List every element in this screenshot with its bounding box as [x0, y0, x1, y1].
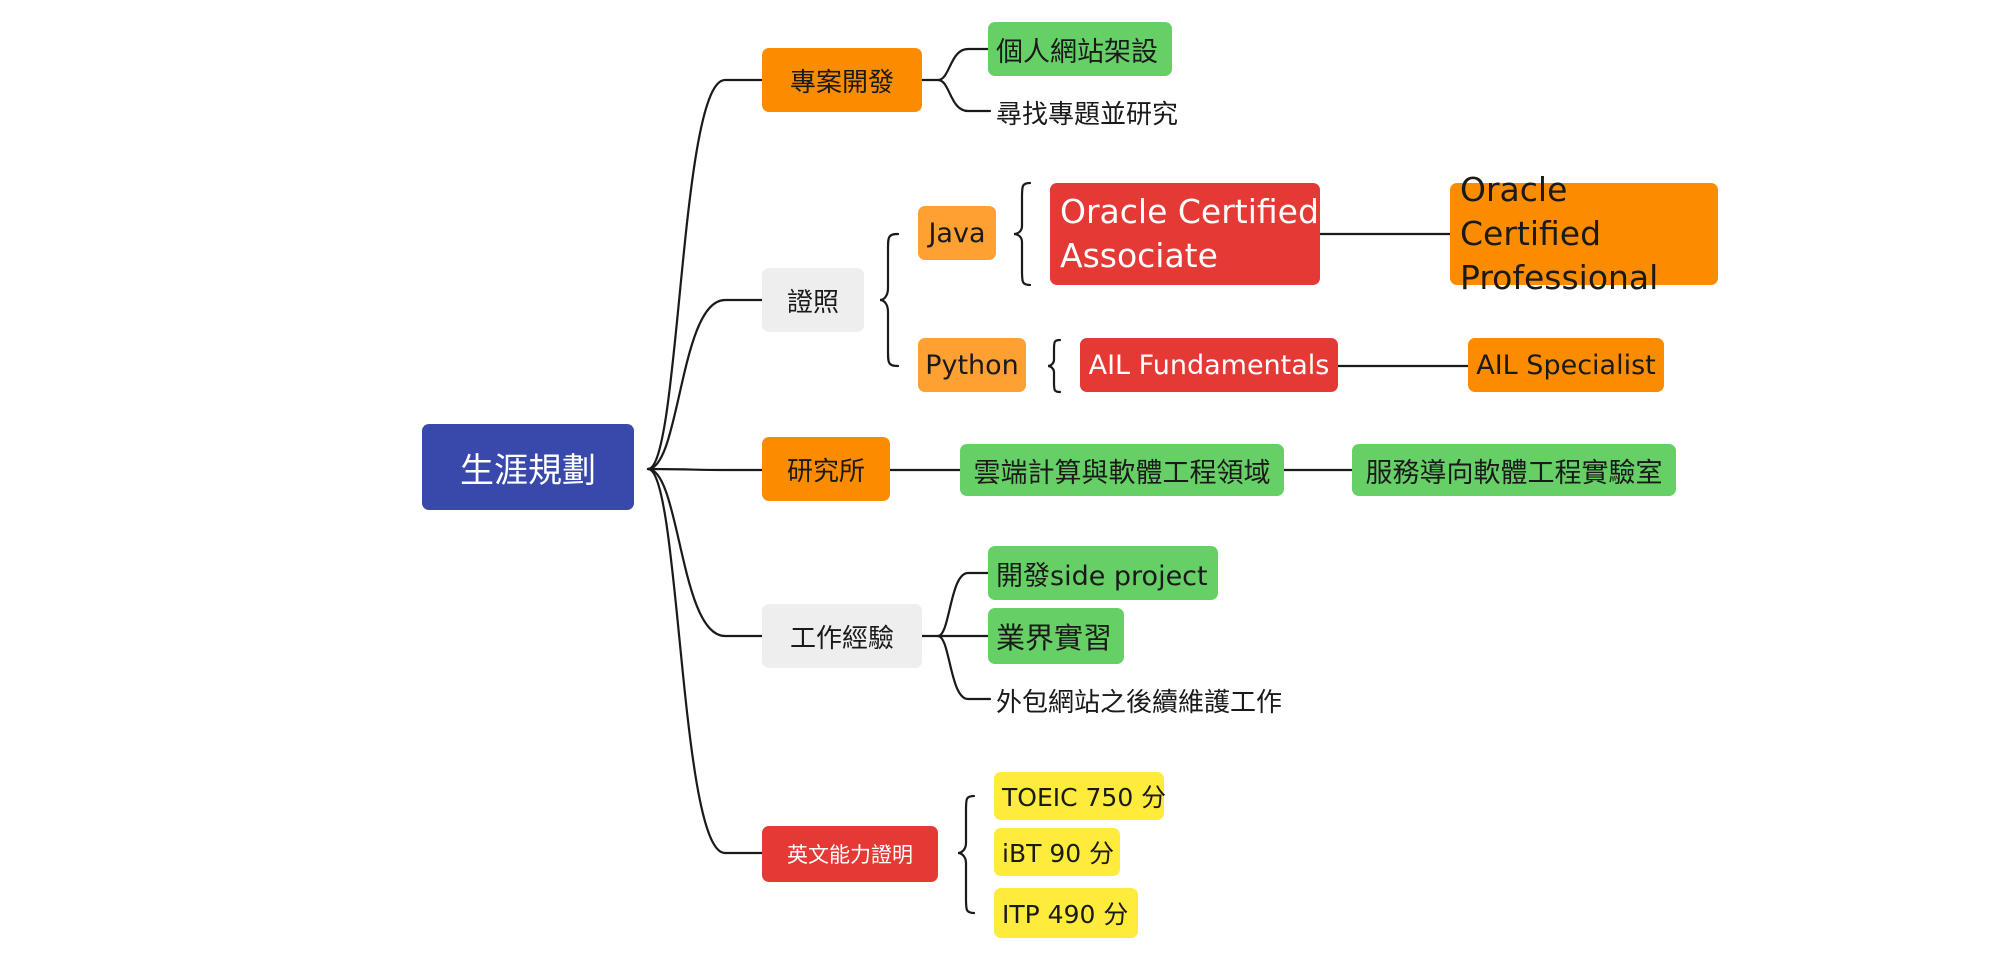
- english-child-itp-label: ITP 490 分: [1002, 900, 1129, 929]
- link-root-certs: [646, 298, 764, 471]
- link-root-work: [646, 467, 764, 638]
- project-child-site-label: 個人網站架設: [996, 36, 1158, 68]
- branch-certs[interactable]: 證照: [762, 268, 864, 332]
- english-child-ibt-label: iBT 90 分: [1002, 839, 1115, 868]
- branch-grad[interactable]: 研究所: [762, 437, 890, 501]
- work-child-side-label: 開發side project: [996, 560, 1208, 592]
- cert-python-specialist[interactable]: AIL Specialist: [1468, 338, 1664, 392]
- cert-python-label: Python: [925, 349, 1019, 381]
- branch-work[interactable]: 工作經驗: [762, 604, 922, 668]
- bracket-certs: [879, 232, 900, 368]
- grad-lab[interactable]: 服務導向軟體工程實驗室: [1352, 444, 1676, 496]
- work-child-intern[interactable]: 業界實習: [988, 608, 1124, 664]
- work-child-maint-label: 外包網站之後續維護工作: [996, 687, 1283, 718]
- cert-python[interactable]: Python: [918, 338, 1026, 392]
- english-child-toeic[interactable]: TOEIC 750 分: [994, 772, 1167, 820]
- cert-java-professional[interactable]: Oracle Certified Professional: [1450, 170, 1718, 297]
- project-child-site[interactable]: 個人網站架設: [988, 22, 1172, 76]
- cert-java-label: Java: [928, 217, 986, 249]
- branch-english[interactable]: 英文能力證明: [762, 826, 938, 882]
- link-root-english: [646, 467, 764, 855]
- bracket-java: [1013, 181, 1032, 287]
- branch-work-label: 工作經驗: [789, 623, 894, 654]
- mindmap-canvas: 生涯規劃 專案開發 個人網站架設 尋找專題並研究 證照 Java Oracle …: [0, 0, 2000, 961]
- english-child-ibt[interactable]: iBT 90 分: [994, 828, 1120, 876]
- project-child-research-label: 尋找專題並研究: [996, 99, 1179, 130]
- bracket-english: [957, 794, 976, 915]
- branch-english-label: 英文能力證明: [787, 843, 913, 867]
- cert-java-associate-label: Oracle Certified Associate: [1060, 192, 1319, 275]
- cert-python-fundamentals-label: AIL Fundamentals: [1088, 349, 1330, 381]
- work-child-intern-label: 業界實習: [996, 621, 1113, 655]
- link-root-project: [646, 78, 764, 471]
- link-project-research: [936, 78, 992, 113]
- link-work-maint: [936, 634, 992, 701]
- link-work-side: [920, 571, 992, 638]
- bracket-python: [1047, 338, 1062, 394]
- work-child-maint[interactable]: 外包網站之後續維護工作: [988, 680, 1308, 720]
- grad-field[interactable]: 雲端計算與軟體工程領域: [960, 444, 1284, 496]
- english-child-toeic-label: TOEIC 750 分: [1002, 783, 1167, 812]
- cert-java[interactable]: Java: [918, 206, 996, 260]
- branch-project[interactable]: 專案開發: [762, 48, 922, 112]
- project-child-research[interactable]: 尋找專題並研究: [988, 92, 1208, 132]
- link-root-grad: [646, 467, 764, 472]
- grad-field-label: 雲端計算與軟體工程領域: [973, 457, 1271, 489]
- grad-lab-label: 服務導向軟體工程實驗室: [1365, 457, 1663, 489]
- work-child-side[interactable]: 開發side project: [988, 546, 1218, 600]
- cert-java-associate[interactable]: Oracle Certified Associate: [1050, 183, 1320, 285]
- link-project-site: [920, 47, 990, 82]
- cert-python-fundamentals[interactable]: AIL Fundamentals: [1080, 338, 1338, 392]
- branch-certs-label: 證照: [786, 287, 839, 318]
- root-node[interactable]: 生涯規劃: [422, 424, 634, 510]
- cert-python-specialist-label: AIL Specialist: [1476, 349, 1656, 381]
- cert-java-professional-label: Oracle Certified Professional: [1460, 170, 1659, 297]
- root-label: 生涯規劃: [460, 450, 596, 491]
- english-child-itp[interactable]: ITP 490 分: [994, 888, 1138, 938]
- branch-grad-label: 研究所: [786, 456, 865, 487]
- branch-project-label: 專案開發: [789, 67, 894, 98]
